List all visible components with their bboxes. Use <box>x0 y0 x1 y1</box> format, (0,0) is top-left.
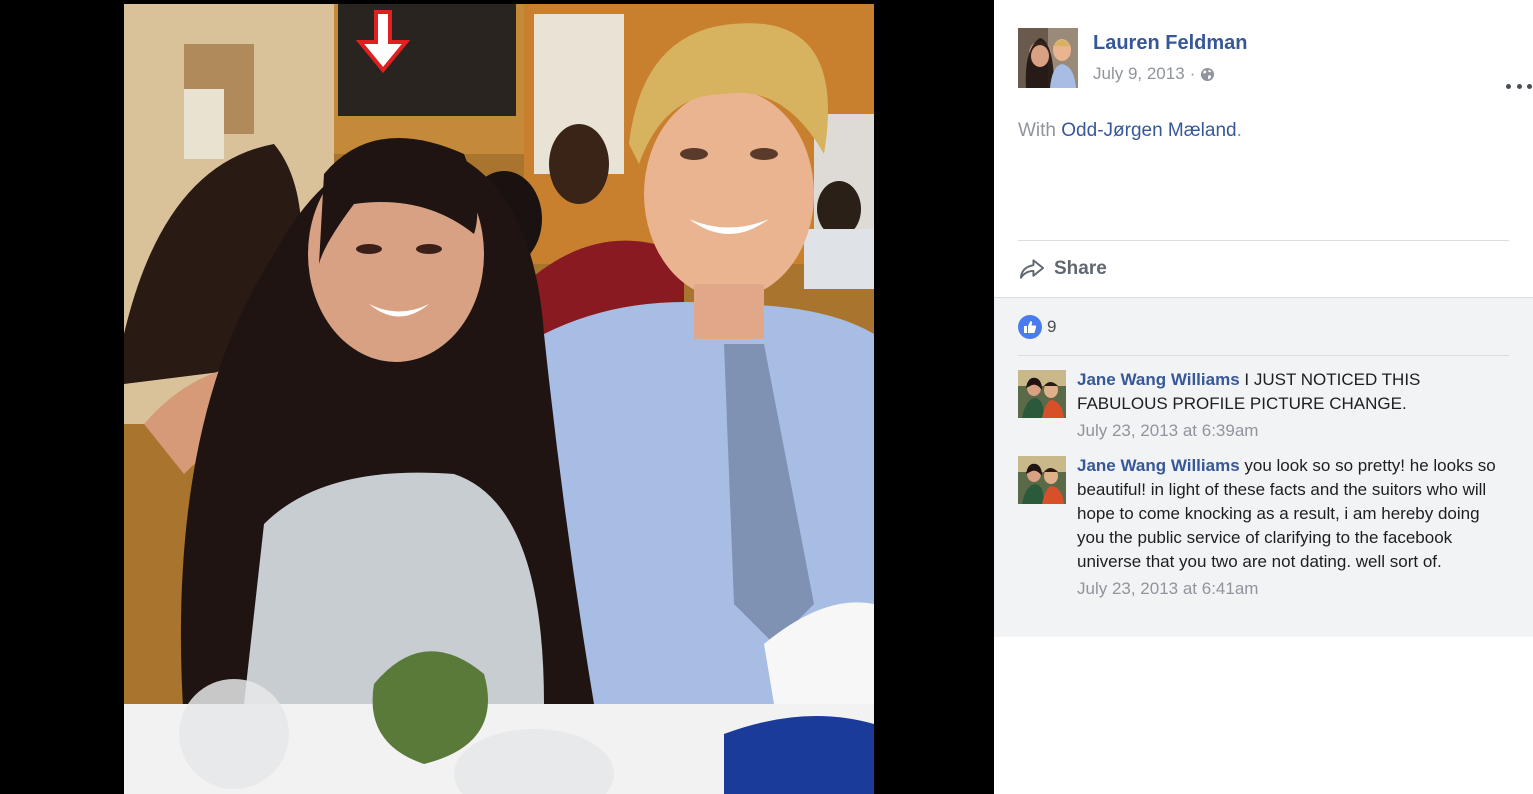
divider <box>1018 355 1509 356</box>
globe-icon[interactable] <box>1200 67 1215 82</box>
more-options-button[interactable] <box>1506 76 1532 96</box>
meta-separator: · <box>1189 64 1196 83</box>
tagged-person-link[interactable]: Odd-Jørgen Mæland <box>1061 120 1236 141</box>
commenter-avatar[interactable] <box>1018 370 1066 418</box>
share-icon <box>1019 259 1045 279</box>
post-panel: Lauren Feldman July 9, 2013 · With Odd-J… <box>994 0 1533 794</box>
post-date[interactable]: July 9, 2013 <box>1093 64 1185 84</box>
comment-author[interactable]: Jane Wang Williams <box>1077 370 1240 389</box>
divider <box>1018 240 1509 241</box>
comment-timestamp[interactable]: July 23, 2013 at 6:39am <box>1077 419 1497 443</box>
more-dot-icon <box>1527 83 1532 89</box>
commenter-avatar[interactable] <box>1018 456 1066 504</box>
comment-timestamp[interactable]: July 23, 2013 at 6:41am <box>1077 577 1497 601</box>
post-meta: July 9, 2013 · <box>1093 64 1215 84</box>
comment-body: Jane Wang Williams I JUST NOTICED THIS F… <box>1077 368 1497 443</box>
author-avatar[interactable] <box>1018 28 1078 88</box>
with-prefix: With <box>1018 120 1056 141</box>
tagged-with-line: With Odd-Jørgen Mæland. <box>1018 120 1242 142</box>
comment-body: Jane Wang Williams you look so so pretty… <box>1077 454 1497 601</box>
reaction-summary[interactable]: 9 <box>1018 315 1056 339</box>
more-dot-icon <box>1516 83 1522 89</box>
feedback-section: 9 Jane Wang Williams I JUST NOTICED THIS <box>994 297 1533 637</box>
photo-illustration <box>124 4 874 794</box>
more-dot-icon <box>1506 83 1511 89</box>
post-author-name[interactable]: Lauren Feldman <box>1093 32 1247 55</box>
with-suffix: . <box>1236 120 1242 141</box>
post-photo[interactable] <box>124 4 874 794</box>
like-icon <box>1018 315 1042 339</box>
share-button[interactable]: Share <box>1018 254 1107 284</box>
comment-author[interactable]: Jane Wang Williams <box>1077 456 1240 475</box>
photo-viewer <box>0 0 994 794</box>
share-label: Share <box>1054 258 1107 279</box>
post-header: Lauren Feldman July 9, 2013 · <box>1018 28 1532 89</box>
like-count: 9 <box>1047 317 1057 336</box>
chalkboard <box>338 4 516 116</box>
